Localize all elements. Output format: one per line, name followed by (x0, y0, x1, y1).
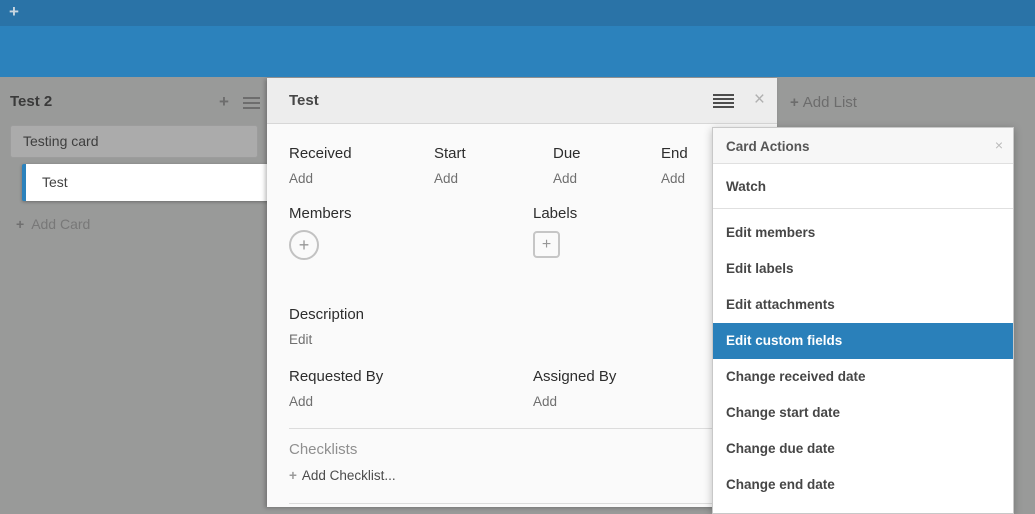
menu-item-edit-attachments[interactable]: Edit attachments (713, 287, 1013, 323)
menu-item-change-received-date[interactable]: Change received date (713, 359, 1013, 395)
card-actions-menu-items: Edit members Edit labels Edit attachment… (713, 209, 1013, 503)
add-checklist-label: Add Checklist... (302, 468, 396, 483)
members-labels-row: Members + Labels + (289, 205, 777, 260)
card-actions-menu: Card Actions × Watch Edit members Edit l… (712, 127, 1014, 514)
section-divider (289, 428, 755, 429)
field-start: Start Add (434, 145, 553, 186)
card-test-selected[interactable]: Test (22, 164, 271, 201)
plus-icon: + (289, 468, 297, 483)
menu-item-edit-custom-fields[interactable]: Edit custom fields (713, 323, 1013, 359)
close-icon[interactable]: × (754, 89, 765, 111)
card-detail-header: Test × (267, 78, 777, 124)
add-requested-by-link[interactable]: Add (289, 394, 533, 409)
add-member-button[interactable]: + (289, 230, 319, 260)
add-start-date-link[interactable]: Add (434, 171, 553, 186)
menu-item-change-end-date[interactable]: Change end date (713, 467, 1013, 503)
checklists-section: Checklists + Add Checklist... (289, 441, 396, 483)
edit-description-link[interactable]: Edit (289, 332, 364, 347)
menu-item-edit-members[interactable]: Edit members (713, 215, 1013, 251)
add-checklist-button[interactable]: + Add Checklist... (289, 468, 396, 483)
add-card-label: Add Card (31, 216, 90, 232)
members-section: Members + (289, 205, 533, 260)
plus-icon: + (790, 94, 799, 111)
section-divider (289, 503, 755, 504)
menu-item-change-due-date[interactable]: Change due date (713, 431, 1013, 467)
menu-item-edit-labels[interactable]: Edit labels (713, 251, 1013, 287)
card-actions-menu-title: Card Actions (726, 139, 810, 154)
close-icon[interactable]: × (995, 137, 1003, 153)
list-menu-icon[interactable] (243, 97, 260, 112)
field-label: Received (289, 145, 434, 162)
requested-assigned-row: Requested By Add Assigned By Add (289, 368, 777, 409)
field-due: Due Add (553, 145, 661, 186)
menu-item-change-start-date[interactable]: Change start date (713, 395, 1013, 431)
list-add-card-icon[interactable]: + (219, 92, 229, 112)
plus-icon: + (16, 216, 24, 232)
date-fields-row: Received Add Start Add Due Add End Add (289, 145, 767, 186)
card-detail-panel: Test × Received Add Start Add Due Add En… (267, 78, 777, 507)
add-label-button[interactable]: + (533, 231, 560, 258)
field-label: Start (434, 145, 553, 162)
menu-item-watch[interactable]: Watch (713, 164, 1013, 209)
card-actions-menu-icon[interactable] (713, 94, 734, 110)
add-list-label: Add List (803, 94, 857, 111)
card-detail-body: Received Add Start Add Due Add End Add M… (267, 124, 777, 507)
add-board-icon[interactable]: + (9, 2, 19, 22)
description-label: Description (289, 306, 364, 323)
description-section: Description Edit (289, 306, 364, 347)
add-list-button[interactable]: +Add List (790, 94, 857, 111)
add-due-date-link[interactable]: Add (553, 171, 661, 186)
card-detail-title: Test (289, 92, 319, 109)
requested-by-label: Requested By (289, 368, 533, 385)
field-received: Received Add (289, 145, 434, 186)
members-label: Members (289, 205, 533, 222)
field-label: Due (553, 145, 661, 162)
board-header-bar (0, 26, 1035, 77)
add-received-date-link[interactable]: Add (289, 171, 434, 186)
add-card-button[interactable]: + Add Card (16, 216, 90, 232)
requested-by-section: Requested By Add (289, 368, 533, 409)
card-testing-card[interactable]: Testing card (10, 125, 258, 158)
card-actions-menu-header: Card Actions × (713, 128, 1013, 164)
top-navigation-bar: + (0, 0, 1035, 26)
checklists-label: Checklists (289, 441, 396, 458)
list-title[interactable]: Test 2 (10, 93, 52, 110)
